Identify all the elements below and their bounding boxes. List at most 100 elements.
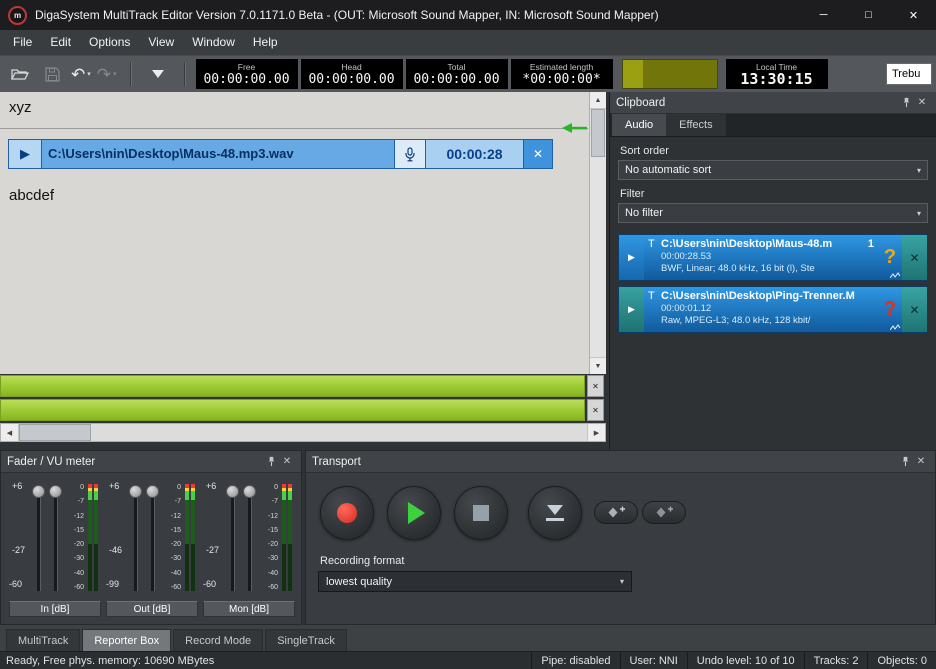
clip-close-button[interactable]: ✕ — [523, 140, 552, 168]
vertical-scrollbar-thumb[interactable] — [591, 109, 605, 157]
close-button[interactable]: ✕ — [891, 0, 936, 30]
timer-label: Total — [448, 62, 466, 72]
fader-slider[interactable] — [146, 485, 160, 591]
entry-play-button[interactable]: ▶ — [619, 287, 644, 332]
fader-knob[interactable] — [146, 485, 159, 498]
tab-multitrack[interactable]: MultiTrack — [6, 629, 80, 651]
horizontal-scrollbar[interactable]: ◀ ▶ — [0, 423, 606, 442]
horizontal-scrollbar-track[interactable] — [91, 424, 587, 441]
menu-view[interactable]: View — [139, 30, 183, 55]
clipboard-entry-list: ▶ T C:\Users\nin\Desktop\Maus-48.m 1 00:… — [618, 234, 928, 333]
fader-knob[interactable] — [129, 485, 142, 498]
clipboard-entry[interactable]: ▶ T C:\Users\nin\Desktop\Maus-48.m 1 00:… — [618, 234, 928, 281]
panel-close-button[interactable]: ✕ — [914, 95, 930, 111]
track-editor[interactable]: xyz ▶ C:\Users\nin\Desktop\Maus-48.mp3.w… — [0, 92, 606, 374]
panel-close-button[interactable]: ✕ — [279, 454, 295, 470]
undo-button[interactable]: ↶ ▾ — [71, 66, 91, 83]
save-button[interactable] — [38, 60, 66, 88]
question-mark-icon: ? — [884, 298, 896, 321]
pin-button[interactable] — [898, 95, 914, 111]
clip-file-path[interactable]: C:\Users\nin\Desktop\Maus-48.mp3.wav — [42, 140, 394, 168]
tab-effects[interactable]: Effects — [666, 114, 725, 136]
tab-audio[interactable]: Audio — [612, 114, 666, 136]
track-lane-fill[interactable] — [0, 375, 585, 397]
fader-group-label: Mon [dB] — [203, 601, 295, 617]
maximize-button[interactable]: □ — [846, 0, 891, 30]
recording-format-value: lowest quality — [326, 576, 392, 588]
play-icon: ▶ — [628, 252, 635, 263]
scroll-right-button[interactable]: ▶ — [587, 424, 605, 441]
entry-type: T — [648, 238, 661, 250]
fader-slider[interactable] — [129, 485, 143, 591]
tab-record-mode[interactable]: Record Mode — [173, 629, 263, 651]
entry-close-button[interactable]: ✕ — [902, 287, 927, 332]
stop-button[interactable] — [454, 486, 508, 540]
minimize-button[interactable]: ─ — [801, 0, 846, 30]
track-separator-line — [0, 128, 588, 129]
entry-body[interactable]: T C:\Users\nin\Desktop\Ping-Trenner.M 00… — [644, 287, 878, 332]
audio-clip[interactable]: ▶ C:\Users\nin\Desktop\Maus-48.mp3.wav 0… — [8, 139, 553, 169]
add-marker-button-2[interactable] — [642, 501, 686, 524]
vertical-scrollbar[interactable]: ▲ ▼ — [589, 92, 606, 374]
scale-tick: -15 — [260, 527, 278, 534]
clip-play-button[interactable]: ▶ — [9, 140, 42, 168]
panel-title: Clipboard — [616, 97, 898, 109]
toolbar: ↶ ▾ ↷ ▾ Free 00:00:00.00 Head 00:00:00.0… — [0, 55, 936, 92]
scale-tick: -40 — [66, 570, 84, 577]
track-lane-1[interactable]: ✕ — [0, 375, 606, 397]
microphone-button[interactable] — [394, 140, 426, 168]
track-lane-fill[interactable] — [0, 399, 585, 421]
scale-tick: -40 — [163, 570, 181, 577]
open-button[interactable] — [6, 60, 34, 88]
record-button[interactable] — [320, 486, 374, 540]
fader-knob[interactable] — [32, 485, 45, 498]
font-combobox[interactable]: Trebu — [886, 63, 932, 85]
insert-position-arrow-icon — [560, 122, 588, 134]
tab-singletrack[interactable]: SingleTrack — [265, 629, 347, 651]
entry-body[interactable]: T C:\Users\nin\Desktop\Maus-48.m 1 00:00… — [644, 235, 878, 280]
panel-close-button[interactable]: ✕ — [913, 454, 929, 470]
right-arrow-icon: ▶ — [594, 429, 599, 437]
sort-order-select[interactable]: No automatic sort ▾ — [618, 160, 928, 180]
drop-marker-button[interactable] — [144, 60, 172, 88]
filter-select[interactable]: No filter ▾ — [618, 203, 928, 223]
scroll-down-button[interactable]: ▼ — [590, 357, 606, 374]
horizontal-scrollbar-thumb[interactable] — [19, 424, 91, 441]
fader-knob[interactable] — [226, 485, 239, 498]
question-mark-icon: ? — [884, 246, 896, 269]
fader-slider[interactable] — [243, 485, 257, 591]
play-button[interactable] — [387, 486, 441, 540]
fader-group-label: Out [dB] — [106, 601, 198, 617]
drop-to-track-button[interactable] — [528, 486, 582, 540]
microphone-icon — [404, 147, 416, 162]
entry-close-button[interactable]: ✕ — [902, 235, 927, 280]
menu-options[interactable]: Options — [80, 30, 139, 55]
menu-file[interactable]: File — [4, 30, 41, 55]
add-marker-button[interactable] — [594, 501, 638, 524]
redo-button[interactable]: ↷ ▾ — [97, 66, 117, 83]
scroll-left-button[interactable]: ◀ — [1, 424, 19, 441]
tab-reporter-box[interactable]: Reporter Box — [82, 629, 171, 651]
fader-slider[interactable] — [49, 485, 63, 591]
fader-slider[interactable] — [226, 485, 240, 591]
pin-button[interactable] — [897, 454, 913, 470]
fader-knob[interactable] — [243, 485, 256, 498]
lane-close-button[interactable]: ✕ — [587, 399, 604, 421]
marker-plus-icon — [656, 506, 673, 519]
fader-slider[interactable] — [32, 485, 46, 591]
menu-help[interactable]: Help — [244, 30, 287, 55]
fader-knob[interactable] — [49, 485, 62, 498]
track-lane-2[interactable]: ✕ — [0, 399, 606, 421]
clipboard-entry[interactable]: ▶ T C:\Users\nin\Desktop\Ping-Trenner.M … — [618, 286, 928, 333]
scale-tick: 0 — [260, 484, 278, 491]
menu-window[interactable]: Window — [183, 30, 244, 55]
entry-play-button[interactable]: ▶ — [619, 235, 644, 280]
close-icon: ✕ — [909, 303, 919, 317]
menu-edit[interactable]: Edit — [41, 30, 80, 55]
fader-group-out: +6 -46 -99 0 -7 -12 -15 -20 -30 -40 -60 … — [106, 479, 198, 619]
recording-format-select[interactable]: lowest quality ▾ — [318, 571, 632, 592]
pin-button[interactable] — [263, 454, 279, 470]
down-triangle-icon — [152, 70, 164, 78]
lane-close-button[interactable]: ✕ — [587, 375, 604, 397]
scroll-up-button[interactable]: ▲ — [590, 92, 606, 109]
